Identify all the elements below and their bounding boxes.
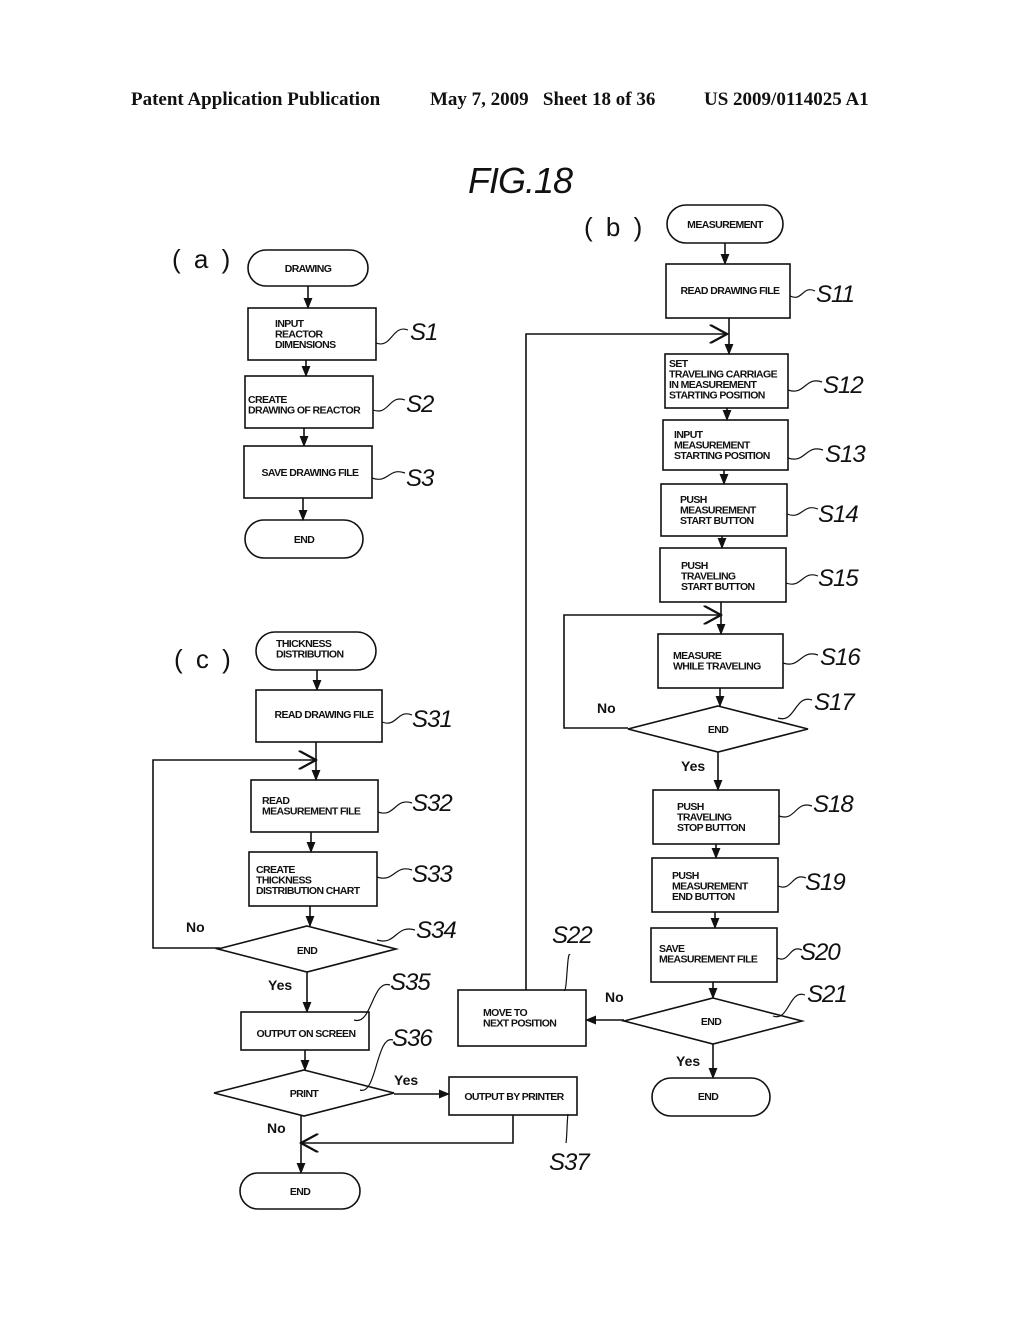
step-text-s18: PUSH TRAVELING STOP BUTTON bbox=[677, 801, 745, 834]
leader-s15 bbox=[785, 574, 819, 585]
leader-s18 bbox=[778, 804, 813, 818]
step-text-s31: READ DRAWING FILE bbox=[275, 709, 374, 721]
step-text-s19: PUSH MEASUREMENT END BUTTON bbox=[672, 870, 749, 903]
terminal-measurement-text: MEASUREMENT bbox=[687, 219, 764, 231]
leader-s32 bbox=[377, 801, 413, 814]
step-id-s15: S15 bbox=[818, 565, 859, 592]
step-id-s33: S33 bbox=[412, 861, 453, 888]
merge-arrow-s37 bbox=[301, 1115, 514, 1143]
leader-s20 bbox=[776, 948, 803, 960]
terminal-drawing-text: DRAWING bbox=[285, 263, 332, 275]
terminal-end-a-text: END bbox=[294, 534, 315, 546]
step-id-s32: S32 bbox=[412, 790, 452, 817]
leader-s3 bbox=[371, 471, 406, 480]
decision-text-s36: PRINT bbox=[290, 1088, 320, 1100]
label-yes-s34: Yes bbox=[268, 977, 292, 993]
step-id-s17: S17 bbox=[814, 689, 856, 716]
step-text-s20: SAVE MEASUREMENT FILE bbox=[659, 943, 758, 966]
step-id-s12: S12 bbox=[823, 372, 863, 399]
step-id-s18: S18 bbox=[813, 791, 854, 818]
step-text-s22: MOVE TO NEXT POSITION bbox=[483, 1007, 556, 1030]
terminal-end-c-text: END bbox=[290, 1186, 311, 1198]
label-yes-s17: Yes bbox=[681, 758, 705, 774]
decision-text-s17: END bbox=[708, 724, 729, 736]
decision-text-s21: END bbox=[701, 1016, 722, 1028]
step-text-s13: INPUT MEASUREMENT STARTING POSITION bbox=[674, 429, 770, 462]
step-text-s16: MEASURE WHILE TRAVELING bbox=[673, 650, 761, 673]
step-id-s31: S31 bbox=[412, 706, 452, 733]
step-id-s22: S22 bbox=[552, 922, 592, 949]
step-id-s34: S34 bbox=[416, 917, 456, 944]
step-text-s15: PUSH TRAVELING START BUTTON bbox=[681, 560, 755, 593]
step-id-s2: S2 bbox=[406, 391, 434, 418]
step-id-s19: S19 bbox=[805, 869, 845, 896]
terminal-end-b-text: END bbox=[698, 1091, 719, 1103]
step-text-s3: SAVE DRAWING FILE bbox=[262, 467, 360, 479]
leader-s19 bbox=[777, 876, 807, 888]
loop-arrow-s34-no bbox=[152, 760, 316, 949]
leader-s31 bbox=[381, 713, 413, 724]
step-id-s35: S35 bbox=[390, 969, 431, 996]
leader-s35 bbox=[353, 984, 391, 1021]
step-text-s11: READ DRAWING FILE bbox=[681, 285, 780, 297]
step-id-s16: S16 bbox=[820, 644, 861, 671]
label-no-s21: No bbox=[605, 989, 624, 1005]
step-text-s33: CREATE THICKNESS DISTRIBUTION CHART bbox=[256, 864, 361, 897]
leader-s2 bbox=[372, 398, 406, 412]
step-text-s2: CREATE DRAWING OF REACTOR bbox=[248, 394, 361, 417]
step-text-s14: PUSH MEASUREMENT START BUTTON bbox=[680, 494, 757, 527]
step-text-s1: INPUT REACTOR DIMENSIONS bbox=[275, 318, 336, 351]
label-no-s17: No bbox=[597, 700, 616, 716]
leader-s33 bbox=[376, 868, 413, 879]
step-text-s32: READ MEASUREMENT FILE bbox=[262, 795, 361, 818]
panel-label-c: ( c ) bbox=[174, 644, 234, 674]
leader-s1 bbox=[375, 328, 409, 345]
step-id-s21: S21 bbox=[807, 981, 847, 1008]
leader-s16 bbox=[782, 653, 819, 665]
flowchart-diagram: ( a ) DRAWING INPUT REACTOR DIMENSIONS S1 CREA… bbox=[152, 204, 867, 1210]
step-id-s13: S13 bbox=[825, 441, 866, 468]
leader-s22 bbox=[563, 954, 571, 991]
leader-s12 bbox=[787, 380, 823, 392]
step-id-s20: S20 bbox=[800, 939, 841, 966]
leader-s34 bbox=[376, 928, 416, 942]
leader-s36 bbox=[359, 1039, 394, 1091]
step-id-s11: S11 bbox=[816, 281, 854, 308]
step-id-s1: S1 bbox=[410, 319, 437, 346]
decision-text-s34: END bbox=[297, 945, 318, 957]
leader-s21 bbox=[772, 993, 806, 1018]
step-text-s35: OUTPUT ON SCREEN bbox=[257, 1028, 356, 1040]
leader-s13 bbox=[787, 448, 824, 460]
panel-label-b: ( b ) bbox=[584, 212, 645, 242]
label-yes-s21: Yes bbox=[676, 1053, 700, 1069]
terminal-thickness-distribution-text: THICKNESS DISTRIBUTION bbox=[276, 638, 343, 661]
label-no-s36: No bbox=[267, 1120, 286, 1136]
step-text-s12: SET TRAVELING CARRIAGE IN MEASUREMENT START… bbox=[669, 358, 778, 402]
panel-label-a: ( a ) bbox=[172, 244, 233, 274]
step-id-s14: S14 bbox=[818, 501, 858, 528]
leader-s17 bbox=[777, 698, 813, 720]
step-id-s36: S36 bbox=[392, 1025, 433, 1052]
label-no-s34: No bbox=[186, 919, 205, 935]
leader-s11 bbox=[789, 289, 816, 298]
step-text-s37: OUTPUT BY PRINTER bbox=[464, 1091, 564, 1103]
leader-s37 bbox=[565, 1113, 569, 1144]
step-id-s37: S37 bbox=[549, 1149, 591, 1176]
label-yes-s36: Yes bbox=[394, 1072, 418, 1088]
leader-s14 bbox=[786, 507, 819, 516]
step-id-s3: S3 bbox=[406, 465, 435, 492]
